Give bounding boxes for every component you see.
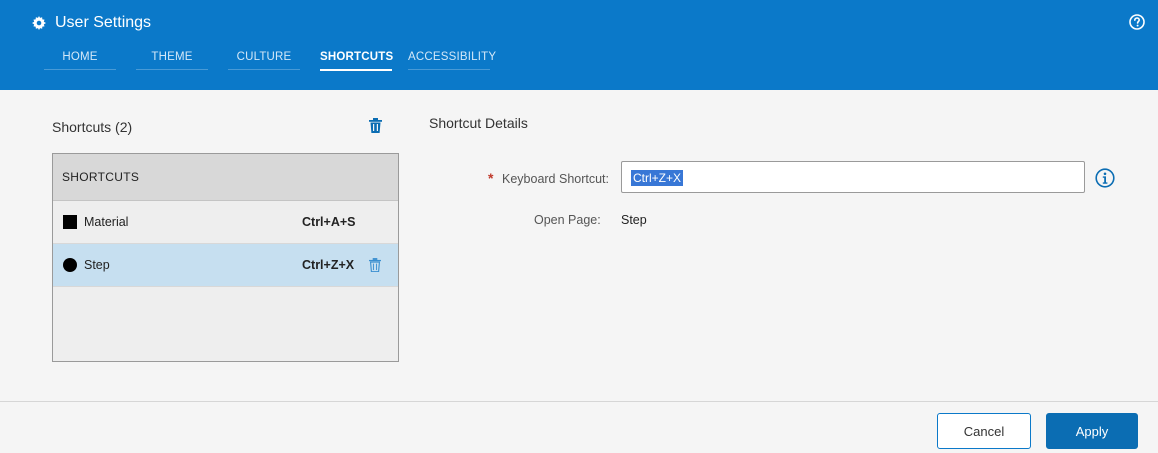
required-marker: * xyxy=(488,170,494,186)
apply-button[interactable]: Apply xyxy=(1046,413,1138,449)
shortcuts-count-title: Shortcuts (2) xyxy=(52,119,133,135)
trash-icon[interactable] xyxy=(369,118,382,133)
details-title: Shortcut Details xyxy=(429,115,528,131)
dialog-footer: Cancel Apply xyxy=(0,401,1158,453)
square-icon xyxy=(63,215,77,229)
keyboard-shortcut-label: Keyboard Shortcut: xyxy=(502,172,610,186)
open-page-label: Open Page: xyxy=(534,213,601,227)
tab-home[interactable]: HOME xyxy=(44,51,116,70)
tab-culture[interactable]: CULTURE xyxy=(228,51,300,70)
row-trash-icon[interactable] xyxy=(369,258,381,272)
shortcut-keys: Ctrl+A+S xyxy=(302,215,356,229)
list-item-material[interactable]: Material Ctrl+A+S xyxy=(53,201,398,244)
circle-icon xyxy=(63,258,77,272)
list-item-step[interactable]: Step Ctrl+Z+X xyxy=(53,244,398,287)
tab-accessibility[interactable]: ACCESSIBILITY xyxy=(408,51,496,70)
shortcut-keys: Ctrl+Z+X xyxy=(302,258,355,272)
shortcut-name: Material xyxy=(84,215,129,229)
help-circle-icon[interactable] xyxy=(1129,14,1145,30)
open-page-value: Step xyxy=(621,213,647,227)
tab-shortcuts[interactable]: SHORTCUTS xyxy=(320,51,393,71)
shortcuts-list: SHORTCUTS Material Ctrl+A+S Step Ctrl+Z+… xyxy=(52,153,399,362)
gear-icon xyxy=(32,16,46,30)
keyboard-shortcut-input[interactable] xyxy=(621,161,1085,193)
shortcut-name: Step xyxy=(84,258,110,272)
title-bar: User Settings xyxy=(32,14,151,32)
settings-header: User Settings HOME THEME CULTURE SHORTCU… xyxy=(0,0,1158,90)
settings-content: Shortcuts (2) SHORTCUTS Material Ctrl+A+… xyxy=(0,90,1158,401)
list-header: SHORTCUTS xyxy=(53,154,398,201)
tab-theme[interactable]: THEME xyxy=(136,51,208,70)
info-icon[interactable] xyxy=(1095,168,1115,188)
cancel-button[interactable]: Cancel xyxy=(937,413,1031,449)
page-title: User Settings xyxy=(55,14,152,31)
